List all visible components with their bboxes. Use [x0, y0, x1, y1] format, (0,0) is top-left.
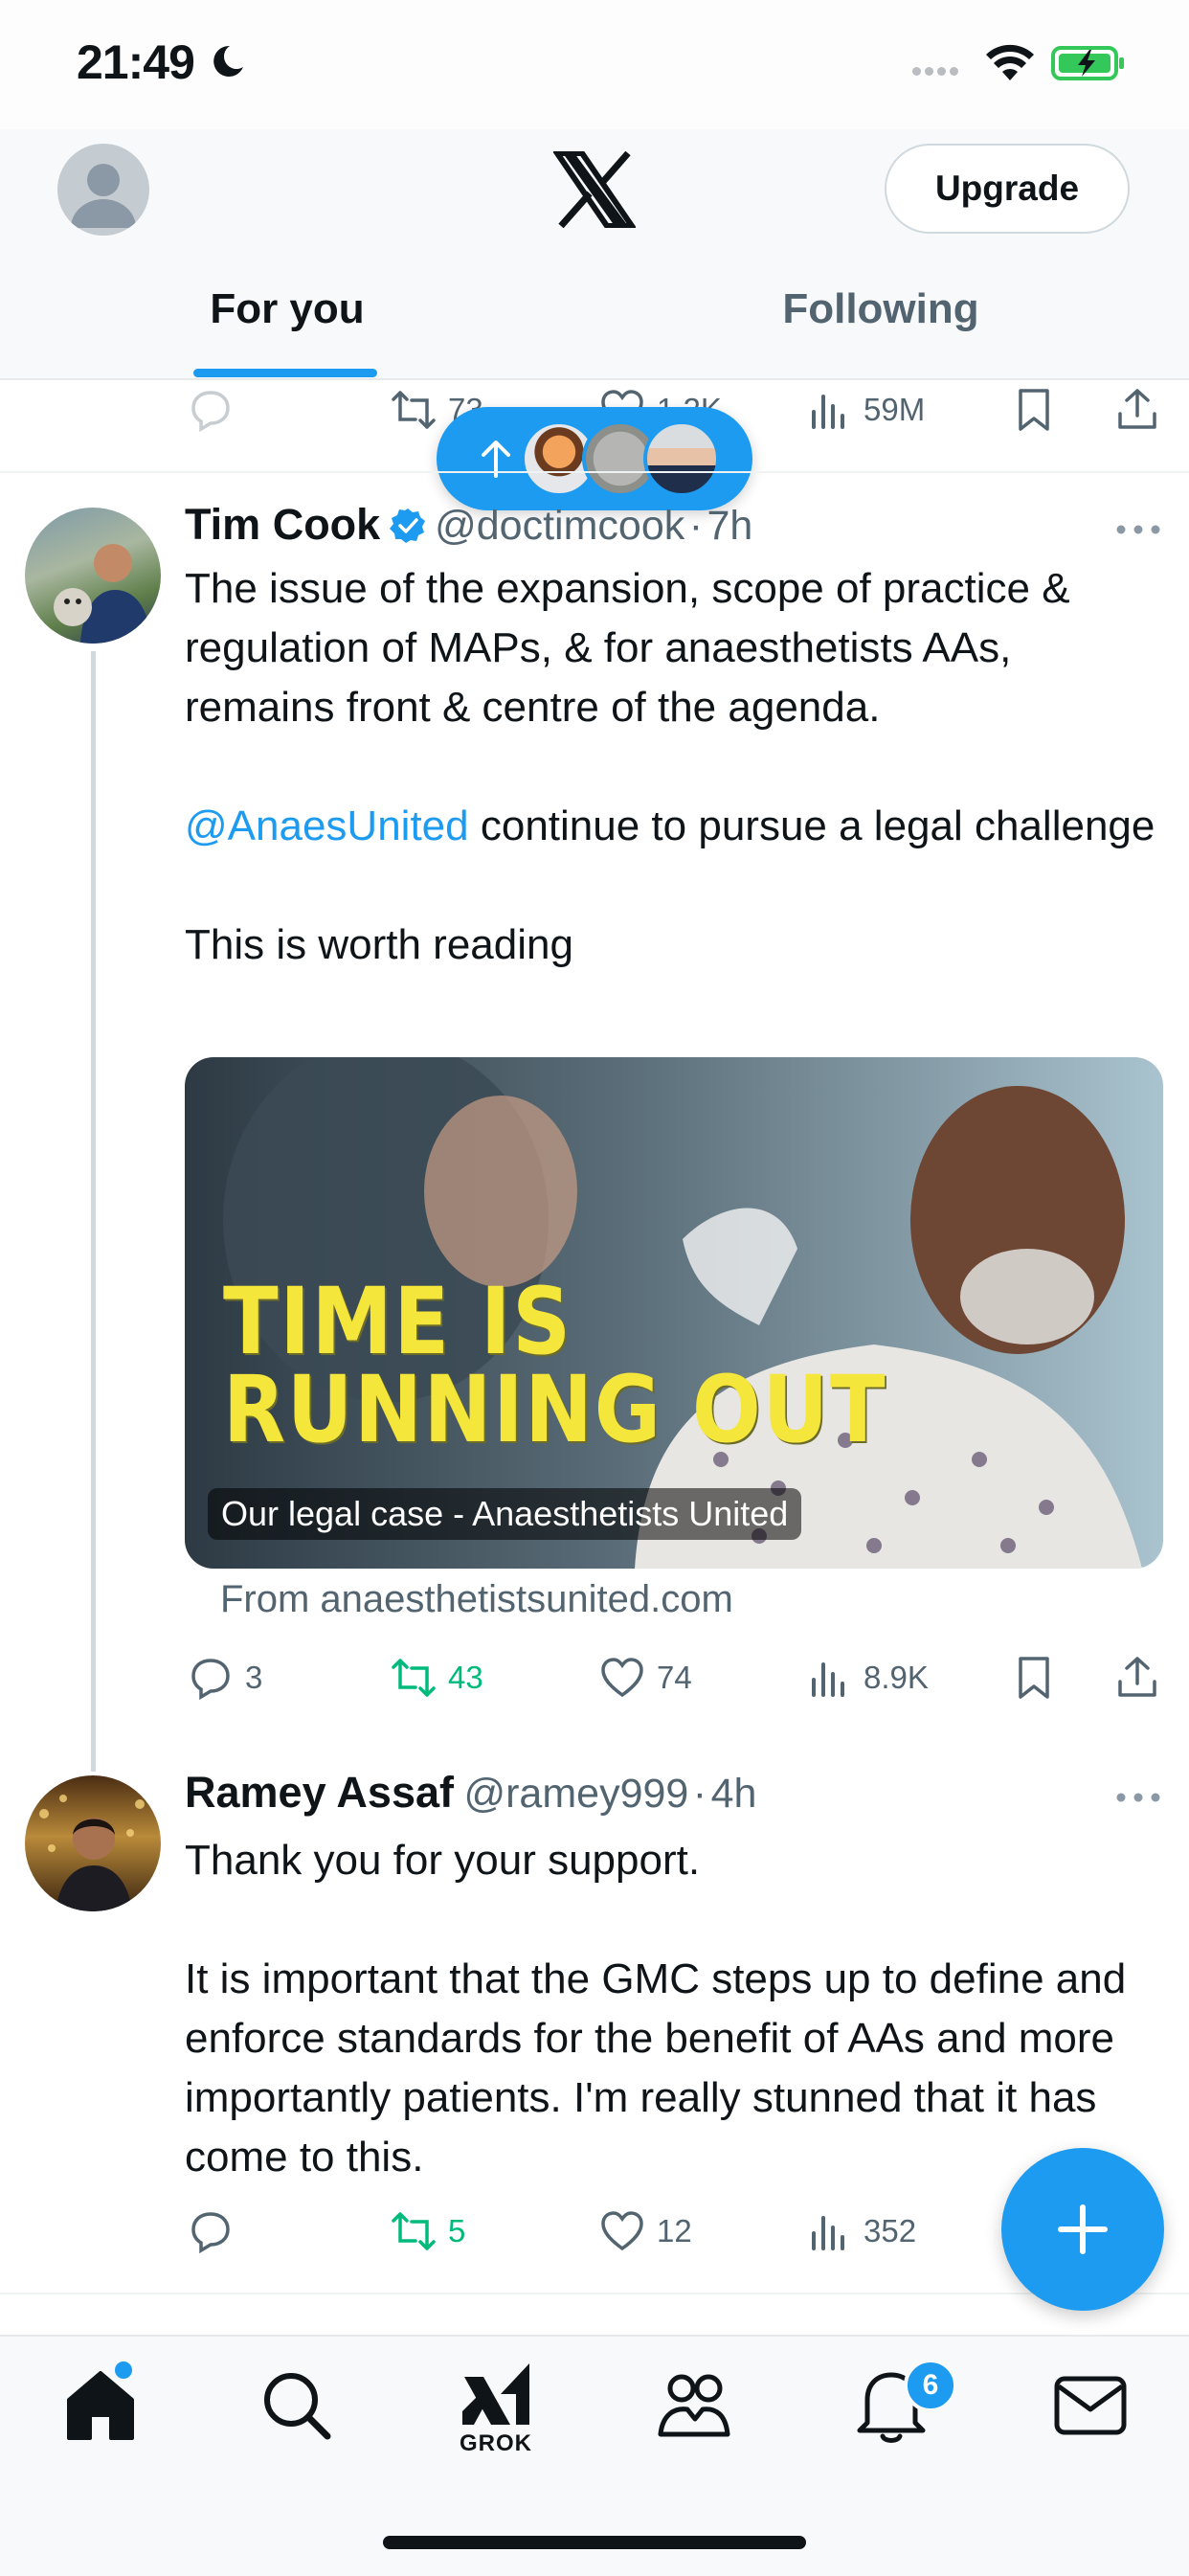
- retweet-icon: [392, 391, 436, 429]
- tweet-avatar[interactable]: [25, 508, 161, 644]
- retweet-button[interactable]: 43: [391, 1655, 483, 1701]
- reply-icon: [191, 391, 230, 433]
- avatar-photo: [54, 544, 151, 644]
- retweet-icon: [392, 1659, 436, 1697]
- search-icon[interactable]: [253, 2361, 339, 2448]
- wifi-icon: [986, 44, 1034, 80]
- author-handle[interactable]: @ramey999: [463, 1771, 688, 1817]
- views-count: 8.9K: [864, 1660, 929, 1695]
- reply-button[interactable]: [188, 387, 234, 433]
- bookmark-icon: [1019, 389, 1049, 431]
- views-button[interactable]: 59M: [808, 387, 925, 433]
- more-options-icon[interactable]: [1114, 1788, 1162, 1807]
- grok-icon[interactable]: [453, 2356, 539, 2442]
- views-count: 352: [864, 2213, 917, 2248]
- profile-avatar-button[interactable]: [57, 144, 149, 236]
- tweet-time[interactable]: 4h: [711, 1771, 757, 1817]
- separator-dot: ·: [692, 1771, 707, 1817]
- thread-line: [91, 651, 96, 1772]
- share-button[interactable]: [1114, 1655, 1160, 1701]
- communities-icon[interactable]: [651, 2361, 737, 2448]
- reply-icon: [191, 1659, 230, 1701]
- card-headline-line: RUNNING OUT: [223, 1356, 887, 1463]
- grok-label: GROK: [460, 2430, 532, 2456]
- tweet-text-part: It is important that the GMC steps up to…: [185, 1955, 1138, 2181]
- tweet-text-part: The issue of the expansion, scope of pra…: [185, 565, 1082, 731]
- verified-badge-icon: [389, 508, 425, 543]
- card-title-label: Our legal case - Anaesthetists United: [208, 1488, 802, 1540]
- tweet-text-part: continue to pursue a legal challenge: [468, 802, 1155, 849]
- reply-icon: [191, 2212, 230, 2254]
- bookmark-button[interactable]: [1011, 1655, 1057, 1701]
- author-name[interactable]: Tim Cook: [185, 500, 380, 549]
- like-count: 74: [657, 1660, 692, 1695]
- reply-button[interactable]: 3: [188, 1655, 262, 1701]
- default-avatar-icon: [71, 164, 136, 228]
- views-chart-icon: [812, 2216, 844, 2250]
- new-posts-pill[interactable]: [437, 407, 752, 510]
- views-chart-icon: [812, 1662, 844, 1697]
- retweet-icon: [392, 2212, 436, 2250]
- card-headline-line: TIME IS: [223, 1268, 572, 1375]
- compose-post-button[interactable]: [1001, 2148, 1164, 2311]
- separator-dot: ·: [688, 503, 704, 549]
- bookmark-icon: [1019, 1657, 1049, 1699]
- divider: [0, 471, 1189, 473]
- tweet-header: Tim Cook @doctimcook · 7h: [185, 500, 752, 550]
- pill-avatar-3: [643, 420, 720, 497]
- status-time: 21:49: [77, 35, 195, 89]
- tab-following[interactable]: Following: [708, 285, 1053, 372]
- views-button[interactable]: 352: [808, 2208, 916, 2254]
- home-unread-dot: [115, 2361, 132, 2379]
- mention-link[interactable]: @AnaesUnited: [185, 802, 469, 849]
- messages-mail-icon[interactable]: [1047, 2361, 1133, 2448]
- tweet-header: Ramey Assaf @ramey999 · 4h: [185, 1768, 756, 1818]
- heart-icon: [601, 1658, 643, 1698]
- share-icon: [1118, 389, 1156, 429]
- like-count: 12: [657, 2213, 692, 2248]
- author-name[interactable]: Ramey Assaf: [185, 1768, 454, 1817]
- views-chart-icon: [812, 395, 844, 429]
- retweet-count: 43: [448, 1660, 483, 1695]
- avatar-photo: [39, 1795, 145, 1911]
- tweet-body: The issue of the expansion, scope of pra…: [185, 559, 1171, 975]
- x-logo-icon[interactable]: [553, 151, 636, 228]
- tweet-text-part: This is worth reading: [185, 921, 573, 968]
- notifications-badge: 6: [904, 2359, 957, 2412]
- tweet-text-part: Thank you for your support.: [185, 1837, 701, 1884]
- reply-count: 3: [245, 1660, 263, 1695]
- retweet-count: 5: [448, 2213, 466, 2248]
- battery-charging-icon: [1051, 46, 1124, 80]
- moon-icon: [213, 45, 243, 77]
- tab-for-you[interactable]: For you: [115, 285, 460, 372]
- card-source[interactable]: From anaesthetistsunited.com: [220, 1578, 733, 1621]
- more-options-icon[interactable]: [1114, 520, 1162, 539]
- share-icon: [1118, 1657, 1156, 1697]
- link-card-image[interactable]: TIME IS RUNNING OUT Our legal case - Ana…: [185, 1057, 1163, 1569]
- author-handle[interactable]: @doctimcook: [435, 503, 684, 549]
- home-indicator: [383, 2536, 806, 2549]
- arrow-up-icon: [482, 441, 510, 478]
- plus-icon: [1058, 2204, 1108, 2254]
- bookmark-button[interactable]: [1011, 387, 1057, 433]
- tab-selected-indicator: [193, 369, 377, 377]
- upgrade-button[interactable]: Upgrade: [885, 144, 1130, 234]
- heart-icon: [601, 2211, 643, 2251]
- signal-icon: [912, 63, 962, 80]
- views-button[interactable]: 8.9K: [808, 1655, 929, 1701]
- tweet-body: Thank you for your support. It is import…: [185, 1831, 1171, 2187]
- retweet-button[interactable]: 5: [391, 2208, 465, 2254]
- share-button[interactable]: [1114, 387, 1160, 433]
- like-button[interactable]: 12: [599, 2208, 692, 2254]
- tweet-avatar[interactable]: [25, 1775, 161, 1911]
- views-count: 59M: [864, 392, 926, 427]
- tweet-time[interactable]: 7h: [707, 503, 752, 549]
- reply-button[interactable]: [188, 2208, 234, 2254]
- card-headline: TIME IS RUNNING OUT: [223, 1268, 887, 1463]
- like-button[interactable]: 74: [599, 1655, 692, 1701]
